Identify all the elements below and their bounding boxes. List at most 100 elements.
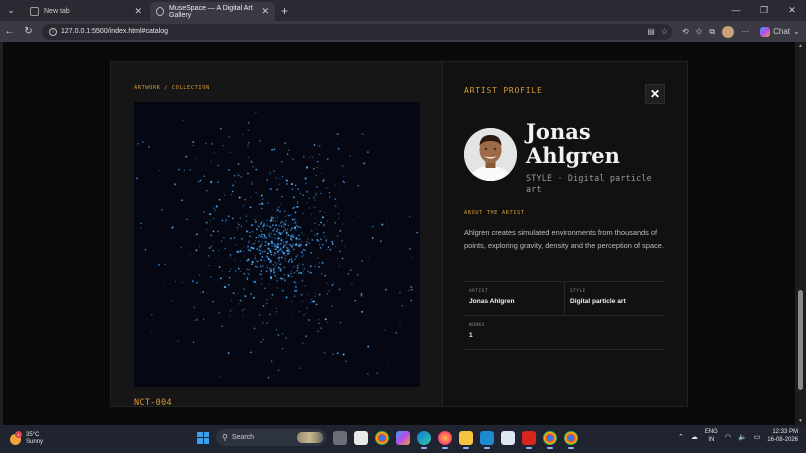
particle xyxy=(233,237,236,239)
file-explorer-icon[interactable] xyxy=(459,430,473,449)
particle xyxy=(361,260,363,262)
particle xyxy=(206,190,208,192)
particle xyxy=(268,283,270,286)
particle xyxy=(284,215,286,217)
particle xyxy=(251,182,253,184)
tab-musespace[interactable]: MuseSpace — A Digital Art Gallery ✕ xyxy=(150,2,275,21)
battery-icon[interactable]: ▭ xyxy=(754,433,761,441)
close-window-icon[interactable]: ✕ xyxy=(778,5,806,16)
particle xyxy=(398,291,401,294)
tab-new-tab[interactable]: New tab ✕ xyxy=(24,2,148,21)
back-button[interactable]: ← xyxy=(0,26,19,37)
scrollbar-thumb[interactable] xyxy=(798,290,803,390)
particle xyxy=(305,166,309,169)
particle xyxy=(252,242,255,245)
particle xyxy=(273,271,276,274)
particle xyxy=(266,241,268,243)
particle xyxy=(309,156,310,158)
particle xyxy=(280,222,282,224)
more-options-icon[interactable]: ··· xyxy=(741,27,749,36)
new-tab-button[interactable]: + xyxy=(281,4,297,18)
profile-avatar[interactable] xyxy=(722,25,735,38)
particle xyxy=(183,169,185,171)
restore-icon[interactable]: ❐ xyxy=(750,5,778,16)
copilot-app-icon[interactable] xyxy=(396,430,410,445)
particle xyxy=(285,296,288,299)
particle xyxy=(324,274,326,277)
particle xyxy=(279,277,282,280)
particle xyxy=(354,299,356,301)
particle xyxy=(278,260,280,262)
taskbar-search[interactable]: ⚲ Search xyxy=(216,429,326,446)
artist-portrait-image xyxy=(464,128,517,181)
particle xyxy=(277,266,280,269)
collections-icon[interactable]: ⧉ xyxy=(709,27,715,37)
clock[interactable]: 12:33 PM 16-08-2026 xyxy=(767,429,798,444)
chevron-up-icon[interactable]: ⌃ xyxy=(678,433,684,441)
task-view-icon[interactable] xyxy=(333,430,347,445)
edge-icon[interactable] xyxy=(417,430,431,449)
clock-date: 16-08-2026 xyxy=(767,436,798,443)
notepad-icon[interactable] xyxy=(501,430,515,445)
particle xyxy=(243,308,246,311)
particle xyxy=(317,239,320,243)
particle xyxy=(265,208,267,209)
tab-actions-menu-icon[interactable]: ⌄ xyxy=(2,2,20,20)
close-modal-button[interactable]: ✕ xyxy=(645,84,665,104)
particle xyxy=(260,249,262,251)
particle xyxy=(248,242,249,244)
favorites-icon[interactable]: ✩ xyxy=(696,27,703,36)
particle xyxy=(329,248,332,251)
minimize-icon[interactable]: — xyxy=(722,5,750,16)
particle xyxy=(255,236,257,239)
particle xyxy=(212,300,214,303)
start-button[interactable] xyxy=(197,431,209,444)
wifi-icon[interactable]: ◠ xyxy=(725,433,731,441)
particle xyxy=(291,218,294,221)
favorite-star-icon[interactable]: ☆ xyxy=(661,27,668,36)
language-indicator[interactable]: ENG IN xyxy=(705,429,718,444)
chrome-profile-icon[interactable] xyxy=(543,430,557,449)
close-tab-icon[interactable]: ✕ xyxy=(134,6,142,17)
particle xyxy=(291,245,293,248)
particle xyxy=(277,270,279,272)
particle xyxy=(274,220,277,223)
onedrive-icon[interactable]: ☁ xyxy=(691,433,698,441)
particle xyxy=(261,233,263,236)
reading-view-icon[interactable]: ▤ xyxy=(647,27,655,36)
particle xyxy=(326,249,328,251)
extensions-icon[interactable]: ⟲ xyxy=(682,27,689,36)
particle xyxy=(237,163,240,166)
scroll-down-icon[interactable]: ▼ xyxy=(797,418,804,424)
particle xyxy=(285,179,288,182)
site-info-icon[interactable]: i xyxy=(49,27,57,36)
store-icon[interactable] xyxy=(354,430,368,445)
url-text[interactable]: 127.0.0.1:5500/index.html#catalog xyxy=(61,28,647,35)
particle xyxy=(255,192,257,194)
close-tab-icon[interactable]: ✕ xyxy=(261,6,269,17)
particle xyxy=(181,282,183,284)
scroll-up-icon[interactable]: ▲ xyxy=(797,43,804,49)
page-scrollbar[interactable]: ▲ ▼ xyxy=(795,42,806,425)
particle xyxy=(282,221,284,223)
new-tab-page-icon xyxy=(30,7,39,16)
refresh-button[interactable]: ↻ xyxy=(19,26,38,37)
vscode-icon[interactable] xyxy=(480,430,494,449)
particle xyxy=(258,314,261,317)
chrome-secondary-icon[interactable] xyxy=(564,430,578,449)
particle xyxy=(292,207,295,210)
particle xyxy=(284,260,287,262)
copilot-chat-button[interactable]: Chat ⌄ xyxy=(760,26,800,37)
particle xyxy=(266,224,268,226)
particle xyxy=(278,256,281,259)
particle xyxy=(313,168,315,170)
volume-icon[interactable]: 🔈 xyxy=(738,433,747,441)
chrome-icon[interactable] xyxy=(375,430,389,445)
particle xyxy=(271,297,273,299)
acrobat-icon[interactable] xyxy=(522,430,536,449)
particle xyxy=(318,144,321,147)
weather-widget[interactable]: 1 35°C Sunny xyxy=(10,430,43,447)
globe-icon xyxy=(156,7,164,16)
address-bar[interactable]: i 127.0.0.1:5500/index.html#catalog ▤ ☆ xyxy=(42,23,672,40)
firefox-icon[interactable] xyxy=(438,430,452,449)
